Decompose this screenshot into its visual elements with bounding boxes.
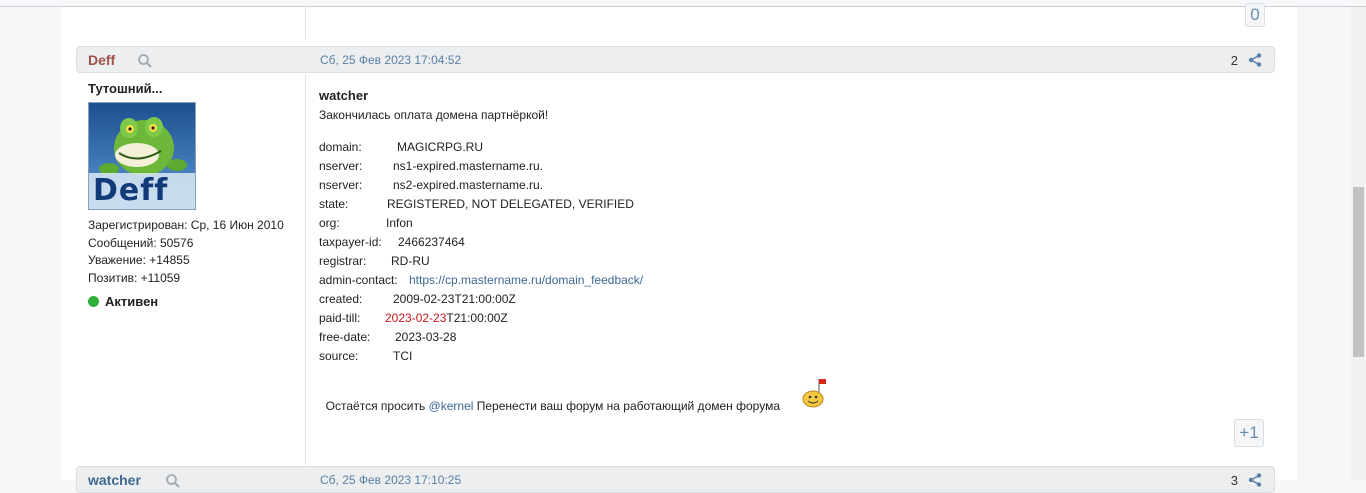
user-title: Тутошний... — [88, 81, 163, 96]
whois-key: domain: — [319, 140, 362, 154]
next-post-number: 3 — [1230, 473, 1238, 488]
plus-one-button[interactable]: +1 — [1234, 419, 1264, 447]
whois-key: nserver: — [319, 159, 363, 173]
search-icon[interactable] — [137, 53, 153, 69]
whois-value: ns1-expired.mastername.ru. — [393, 159, 544, 173]
expired-date: 2023-02-23 — [385, 311, 447, 325]
user-registered: Зарегистрирован: Ср, 16 Июн 2010 — [88, 218, 284, 232]
flag-smiley-icon — [802, 379, 826, 408]
next-post-date-link[interactable]: Сб, 25 Фев 2023 17:10:25 — [320, 473, 461, 487]
whois-value: MAGICRPG.RU — [397, 140, 484, 154]
share-icon[interactable] — [1248, 53, 1262, 67]
page-scrollbar[interactable] — [1351, 7, 1366, 480]
post-column-divider — [305, 75, 306, 465]
whois-value: TCI — [393, 349, 413, 363]
online-status: Активен — [105, 294, 159, 309]
whois-key: paid-till: — [319, 311, 361, 325]
whois-value: 2023-03-28 — [395, 330, 457, 344]
search-icon[interactable] — [165, 473, 181, 489]
avatar[interactable]: Deff — [88, 102, 196, 210]
previous-post-vote-button[interactable]: 0 — [1245, 3, 1265, 27]
whois-value: 2466237464 — [398, 235, 465, 249]
post-number: 2 — [1230, 53, 1238, 68]
avatar-logo-text: Deff — [93, 173, 169, 208]
outro-prefix: Остаётся просить — [325, 399, 429, 413]
whois-value: ns2-expired.mastername.ru. — [393, 178, 544, 192]
mention-link[interactable]: @kernel — [429, 399, 474, 413]
whois-key: source: — [319, 349, 359, 363]
post-author-link[interactable]: Deff — [88, 52, 115, 68]
whois-key: state: — [319, 197, 349, 211]
user-positive: Позитив: +11059 — [88, 271, 181, 285]
quote-author[interactable]: watcher — [319, 88, 368, 103]
outro-suffix: Перенести ваш форум на работающий домен … — [473, 399, 780, 413]
whois-key: admin-contact: — [319, 273, 398, 287]
message-intro: Закончилась оплата домена партнёркой! — [319, 108, 549, 122]
whois-key: nserver: — [319, 178, 363, 192]
whois-value: REGISTERED, NOT DELEGATED, VERIFIED — [387, 197, 634, 211]
online-status-icon — [88, 296, 99, 307]
message-outro: Остаётся просить @kernel Перенести ваш ф… — [319, 385, 780, 413]
next-post-author-link[interactable]: watcher — [88, 472, 141, 488]
post-date-link[interactable]: Сб, 25 Фев 2023 17:04:52 — [320, 53, 461, 67]
whois-value: RD-RU — [391, 254, 430, 268]
share-icon[interactable] — [1248, 473, 1262, 487]
whois-key: created: — [319, 292, 363, 306]
whois-key: org: — [319, 216, 340, 230]
previous-post-divider — [305, 7, 306, 39]
whois-key: taxpayer-id: — [319, 235, 382, 249]
expired-time: T21:00:00Z — [446, 311, 508, 325]
admin-contact-link[interactable]: https://cp.mastername.ru/domain_feedback… — [409, 273, 643, 287]
whois-key: free-date: — [319, 330, 371, 344]
post-header: Deff Сб, 25 Фев 2023 17:04:52 2 — [76, 46, 1275, 73]
whois-value: 2009-02-23T21:00:00Z — [393, 292, 516, 306]
whois-key: registrar: — [319, 254, 367, 268]
user-respect: Уважение: +14855 — [88, 253, 190, 267]
whois-value: Infon — [386, 216, 413, 230]
user-messages: Сообщений: 50576 — [88, 236, 194, 250]
scrollbar-thumb[interactable] — [1353, 187, 1364, 357]
whois-value-paid-till: 2023-02-23T21:00:00Z — [385, 311, 508, 325]
